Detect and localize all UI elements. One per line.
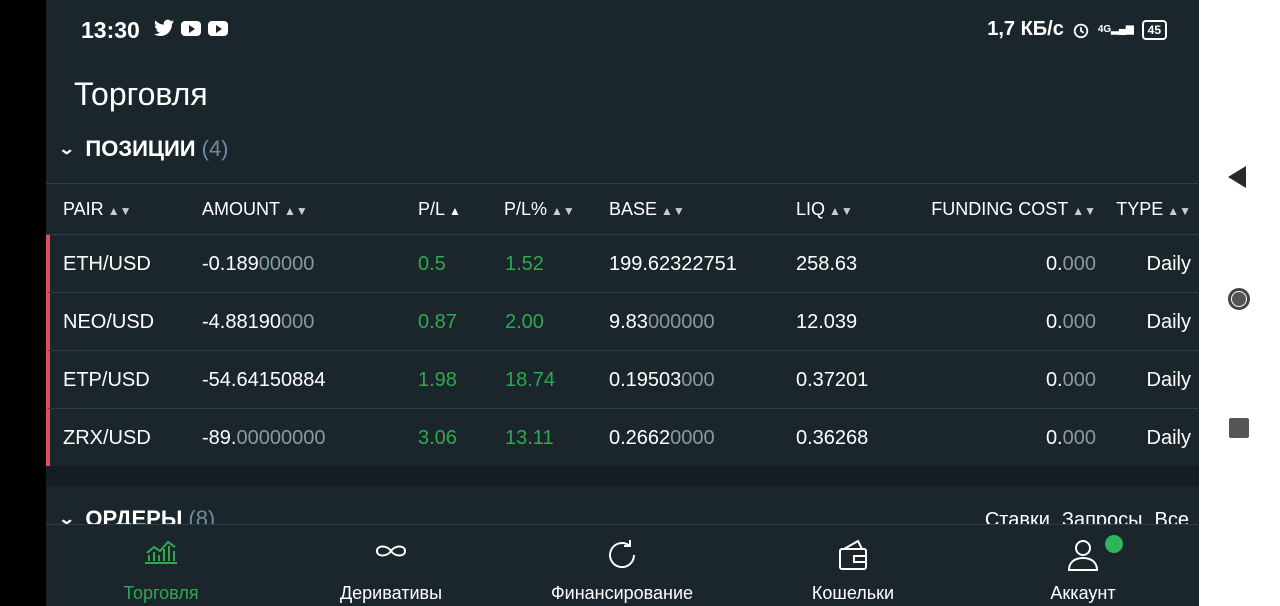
tab-funding[interactable]: Финансирование bbox=[507, 525, 737, 606]
signal-icon: 4G▂▄▆ bbox=[1097, 23, 1134, 35]
cell-pair: ZRX/USD bbox=[63, 427, 151, 449]
home-icon[interactable] bbox=[1228, 288, 1250, 310]
youtube-icon bbox=[181, 20, 201, 36]
table-row[interactable]: NEO/USD -4.88190000 0.87 2.00 9.83000000 12.0… bbox=[46, 293, 1199, 351]
cell-plp: 18.74 bbox=[505, 369, 556, 391]
recents-icon[interactable] bbox=[1229, 418, 1249, 438]
cell-funding: 0.000 bbox=[1045, 369, 1096, 391]
cell-base: 0.26620000 bbox=[609, 427, 715, 449]
cell-base: 9.83000000 bbox=[609, 311, 715, 333]
tab-account[interactable]: Аккаунт bbox=[968, 525, 1198, 606]
cell-pair: ETH/USD bbox=[63, 253, 151, 275]
col-plp[interactable]: P/L% ▲▼ bbox=[504, 199, 575, 220]
twitter-icon bbox=[154, 19, 174, 36]
page-title: Торговля bbox=[74, 76, 208, 112]
sort-icon: ▲▼ bbox=[107, 204, 132, 218]
youtube-icon bbox=[208, 20, 228, 36]
notification-icons bbox=[154, 19, 228, 37]
cell-plp: 1.52 bbox=[505, 253, 544, 275]
positions-label: ПОЗИЦИИ bbox=[85, 136, 196, 161]
cell-liq: 0.37201 bbox=[796, 369, 869, 391]
system-nav-bar bbox=[1199, 0, 1280, 606]
cell-funding: 0.000 bbox=[1045, 427, 1096, 449]
tab-wallets[interactable]: Кошельки bbox=[738, 525, 968, 606]
cell-plp: 13.11 bbox=[505, 427, 554, 449]
infinity-icon bbox=[375, 545, 407, 557]
back-icon[interactable] bbox=[1228, 166, 1246, 188]
tab-trading[interactable]: Торговля bbox=[46, 525, 276, 606]
cell-amount: -89.00000000 bbox=[202, 427, 326, 449]
wallet-icon bbox=[839, 539, 867, 570]
section-divider bbox=[46, 466, 1199, 486]
col-type[interactable]: TYPE ▲▼ bbox=[1116, 199, 1191, 220]
cell-liq: 12.039 bbox=[796, 311, 858, 333]
battery-icon: 45 bbox=[1141, 19, 1167, 40]
cell-pl: 0.5 bbox=[418, 253, 446, 275]
alarm-icon bbox=[1073, 23, 1089, 38]
positions-header[interactable]: ⌄ ПОЗИЦИИ (4) bbox=[57, 136, 229, 162]
positions-table: PAIR ▲▼ AMOUNT ▲▼ P/L ▲ P/L% ▲▼ BASE ▲▼ LIQ ▲▼… bbox=[46, 183, 1199, 467]
cell-funding: 0.000 bbox=[1045, 253, 1096, 275]
table-row[interactable]: ETP/USD -54.64150884 1.98 18.74 0.19503000 0.… bbox=[46, 351, 1199, 409]
network-speed: 1,7 КБ/с bbox=[987, 18, 1064, 40]
sort-icon: ▲▼ bbox=[1072, 204, 1096, 218]
cell-type: Daily bbox=[1146, 253, 1191, 275]
user-icon bbox=[1067, 540, 1099, 571]
cell-type: Daily bbox=[1146, 427, 1191, 449]
cell-base: 199.62322751 bbox=[609, 253, 737, 275]
phone-screen: 13:30 1,7 КБ/с 4G▂▄▆ 45 Торговля ⌄ ПОЗИЦ… bbox=[46, 0, 1199, 606]
sort-icon: ▲▼ bbox=[661, 204, 685, 218]
table-row[interactable]: ZRX/USD -89.00000000 3.06 13.11 0.26620000 0.… bbox=[46, 409, 1199, 467]
col-liq[interactable]: LIQ ▲▼ bbox=[796, 199, 853, 220]
sort-icon: ▲ bbox=[449, 204, 461, 218]
cell-amount: -54.64150884 bbox=[202, 369, 326, 391]
chevron-down-icon: ⌄ bbox=[57, 141, 76, 158]
cell-base: 0.19503000 bbox=[609, 369, 715, 391]
cell-plp: 2.00 bbox=[505, 311, 544, 333]
cell-type: Daily bbox=[1146, 369, 1191, 391]
sort-icon: ▲▼ bbox=[829, 204, 853, 218]
bottom-nav: Торговля Деривативы Финансирование Кошел… bbox=[46, 524, 1199, 606]
cell-liq: 258.63 bbox=[796, 253, 858, 275]
tab-derivatives[interactable]: Деривативы bbox=[276, 525, 506, 606]
sort-icon: ▲▼ bbox=[551, 204, 575, 218]
cell-pair: NEO/USD bbox=[63, 311, 155, 333]
cell-liq: 0.36268 bbox=[796, 427, 869, 449]
cell-amount: -0.18900000 bbox=[202, 253, 315, 275]
refresh-icon bbox=[609, 540, 636, 569]
col-pl[interactable]: P/L ▲ bbox=[418, 199, 461, 220]
col-pair[interactable]: PAIR ▲▼ bbox=[63, 199, 131, 220]
status-right: 1,7 КБ/с 4G▂▄▆ 45 bbox=[987, 18, 1167, 41]
col-funding[interactable]: FUNDING COST ▲▼ bbox=[931, 199, 1096, 220]
cell-pair: ETP/USD bbox=[63, 369, 150, 391]
table-header: PAIR ▲▼ AMOUNT ▲▼ P/L ▲ P/L% ▲▼ BASE ▲▼ LIQ ▲▼… bbox=[46, 183, 1199, 235]
cell-amount: -4.88190000 bbox=[202, 311, 315, 333]
sort-icon: ▲▼ bbox=[284, 204, 308, 218]
cell-funding: 0.000 bbox=[1045, 311, 1096, 333]
table-row[interactable]: ETH/USD -0.18900000 0.5 1.52 199.62322751 258… bbox=[46, 235, 1199, 293]
online-status-dot bbox=[1105, 535, 1123, 553]
positions-count: (4) bbox=[201, 136, 229, 161]
cell-type: Daily bbox=[1146, 311, 1191, 333]
col-base[interactable]: BASE ▲▼ bbox=[609, 199, 685, 220]
chart-icon bbox=[145, 540, 177, 564]
sort-icon: ▲▼ bbox=[1167, 204, 1191, 218]
status-bar: 13:30 1,7 КБ/с 4G▂▄▆ 45 bbox=[46, 0, 1199, 60]
status-time: 13:30 bbox=[81, 17, 140, 43]
cell-pl: 0.87 bbox=[418, 311, 457, 333]
cell-pl: 3.06 bbox=[418, 427, 457, 449]
cell-pl: 1.98 bbox=[418, 369, 457, 391]
col-amount[interactable]: AMOUNT ▲▼ bbox=[202, 199, 308, 220]
